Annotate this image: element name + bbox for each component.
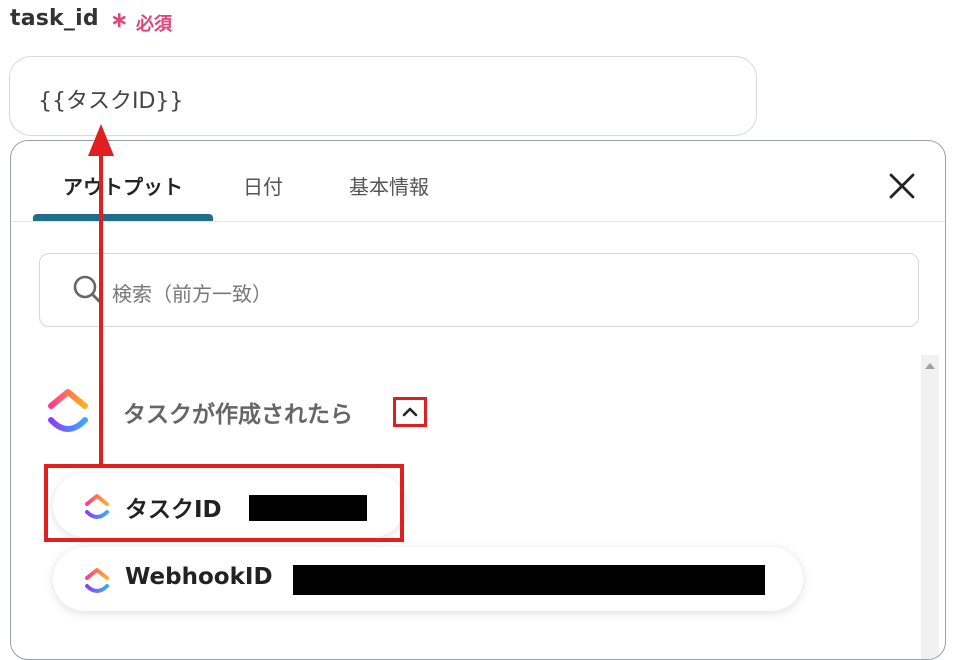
redacted-value: [293, 565, 765, 595]
required-star: ∗: [110, 8, 129, 33]
task-id-input-value: {{タスクID}}: [38, 89, 184, 114]
chevron-up-icon: [402, 407, 418, 417]
clickup-logo-icon: [48, 389, 88, 432]
scroll-up-arrow[interactable]: [925, 363, 935, 369]
annotation-highlight-box: [44, 464, 404, 542]
tab-basic-info[interactable]: 基本情報: [349, 171, 429, 200]
tab-date[interactable]: 日付: [243, 171, 283, 200]
clickup-logo-icon: [85, 568, 109, 593]
close-icon: [889, 173, 915, 199]
search-input[interactable]: 検索（前方一致）: [39, 253, 919, 327]
collapse-toggle-button[interactable]: [393, 397, 427, 427]
output-picker-popup: アウトプット 日付 基本情報 検索（前方一致） タスクが作成されたら タスクID…: [10, 140, 946, 660]
search-placeholder: 検索（前方一致）: [112, 282, 272, 306]
required-label: 必須: [136, 14, 172, 35]
output-item-webhook-id[interactable]: WebhookID: [53, 547, 803, 611]
task-id-input[interactable]: {{タスクID}}: [9, 56, 757, 136]
close-button[interactable]: [887, 171, 917, 201]
tab-divider: [11, 221, 945, 222]
output-item-label: WebhookID: [125, 564, 273, 590]
tab-output[interactable]: アウトプット: [63, 171, 183, 200]
field-label: task_id: [10, 6, 99, 31]
group-title: タスクが作成されたら: [123, 402, 353, 428]
search-icon: [73, 275, 103, 305]
scrollbar[interactable]: [921, 355, 939, 659]
